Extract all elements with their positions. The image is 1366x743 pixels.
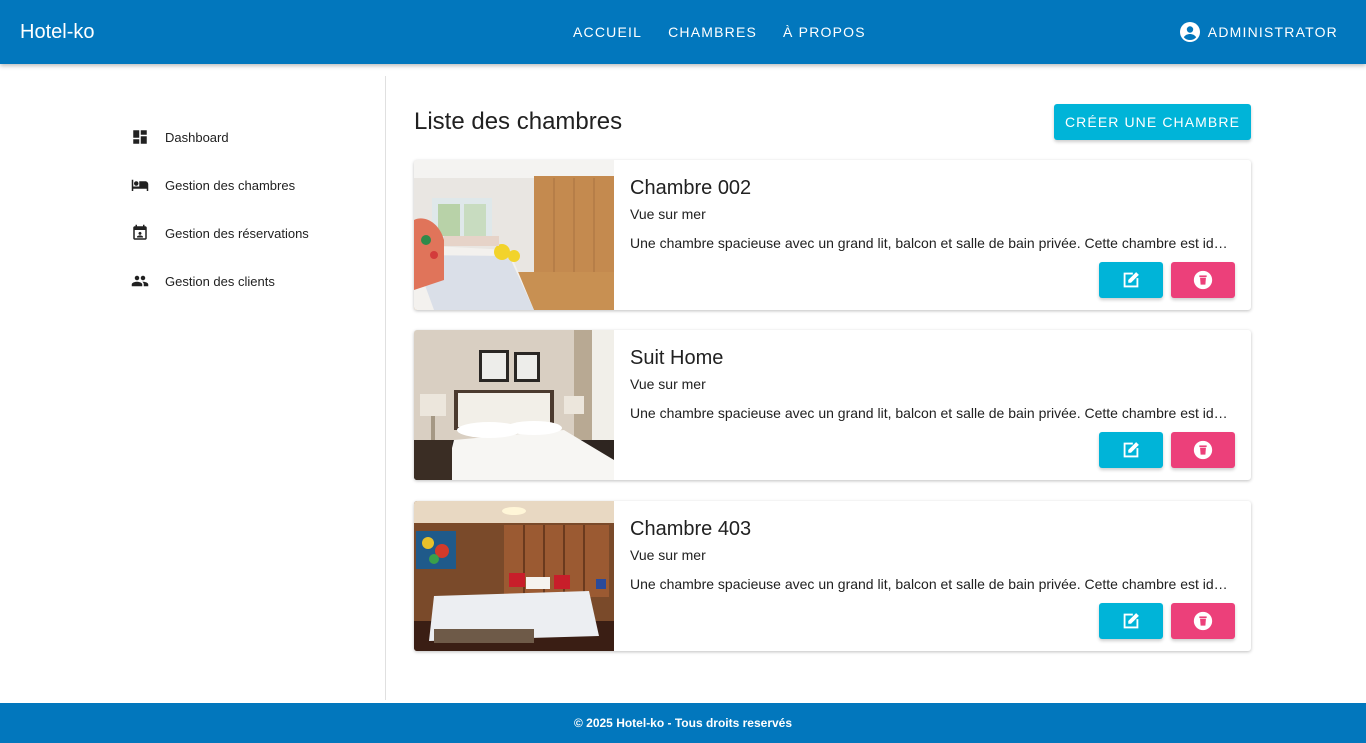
nav-a-propos[interactable]: À PROPOS bbox=[770, 24, 879, 40]
room-photo bbox=[414, 501, 614, 651]
room-subtitle: Vue sur mer bbox=[630, 547, 706, 563]
room-card: Chambre 002 Vue sur mer Une chambre spac… bbox=[414, 160, 1251, 310]
room-photo bbox=[414, 160, 614, 310]
room-name: Suit Home bbox=[630, 347, 724, 369]
sidebar-item-clients[interactable]: Gestion des clients bbox=[130, 269, 275, 293]
edit-room-button[interactable] bbox=[1099, 603, 1163, 639]
app-bar: Hotel-ko ACCUEIL CHAMBRES À PROPOS ADMIN… bbox=[0, 0, 1366, 64]
people-icon bbox=[130, 271, 150, 291]
room-subtitle: Vue sur mer bbox=[630, 206, 706, 222]
brand-logo[interactable]: Hotel-ko bbox=[20, 20, 94, 44]
room-name: Chambre 002 bbox=[630, 177, 752, 199]
trash-icon bbox=[1193, 440, 1213, 460]
room-description: Une chambre spacieuse avec un grand lit,… bbox=[630, 235, 1234, 251]
delete-room-button[interactable] bbox=[1171, 432, 1235, 468]
room-name: Chambre 403 bbox=[630, 518, 752, 540]
sidebar-item-label: Gestion des clients bbox=[165, 273, 275, 289]
delete-room-button[interactable] bbox=[1171, 262, 1235, 298]
room-card: Chambre 403 Vue sur mer Une chambre spac… bbox=[414, 501, 1251, 651]
sidebar-item-chambres[interactable]: Gestion des chambres bbox=[130, 173, 295, 197]
trash-icon bbox=[1193, 270, 1213, 290]
sidebar-item-label: Gestion des chambres bbox=[165, 177, 296, 193]
bed-icon bbox=[130, 175, 150, 195]
sidebar-item-label: Dashboard bbox=[165, 129, 229, 145]
edit-icon bbox=[1123, 442, 1139, 458]
room-description: Une chambre spacieuse avec un grand lit,… bbox=[630, 576, 1234, 592]
sidebar-item-reservations[interactable]: Gestion des réservations bbox=[130, 221, 309, 245]
edit-icon bbox=[1123, 613, 1139, 629]
footer: © 2025 Hotel-ko - Tous droits reservés bbox=[0, 703, 1366, 743]
user-label: ADMINISTRATOR bbox=[1207, 24, 1338, 40]
sidebar-item-label: Gestion des réservations bbox=[165, 225, 309, 241]
room-card: Suit Home Vue sur mer Une chambre spacie… bbox=[414, 330, 1251, 480]
sidebar: Dashboard Gestion des chambres Gestion d… bbox=[0, 76, 386, 700]
room-photo bbox=[414, 330, 614, 480]
nav-accueil[interactable]: ACCUEIL bbox=[560, 24, 655, 40]
account-circle-icon bbox=[1179, 22, 1200, 42]
edit-room-button[interactable] bbox=[1099, 262, 1163, 298]
user-menu[interactable]: ADMINISTRATOR bbox=[1178, 0, 1338, 64]
create-room-button[interactable]: CRÉER UNE CHAMBRE bbox=[1054, 104, 1251, 140]
calendar-icon bbox=[130, 223, 150, 243]
sidebar-item-dashboard[interactable]: Dashboard bbox=[130, 125, 229, 149]
room-subtitle: Vue sur mer bbox=[630, 376, 706, 392]
edit-icon bbox=[1123, 272, 1139, 288]
main-nav: ACCUEIL CHAMBRES À PROPOS bbox=[560, 0, 879, 64]
room-description: Une chambre spacieuse avec un grand lit,… bbox=[630, 405, 1234, 421]
nav-chambres[interactable]: CHAMBRES bbox=[655, 24, 770, 40]
page-title: Liste des chambres bbox=[414, 108, 623, 135]
edit-room-button[interactable] bbox=[1099, 432, 1163, 468]
dashboard-icon bbox=[130, 127, 150, 147]
trash-icon bbox=[1193, 611, 1213, 631]
delete-room-button[interactable] bbox=[1171, 603, 1235, 639]
copyright-text: © 2025 Hotel-ko - Tous droits reservés bbox=[573, 716, 793, 730]
